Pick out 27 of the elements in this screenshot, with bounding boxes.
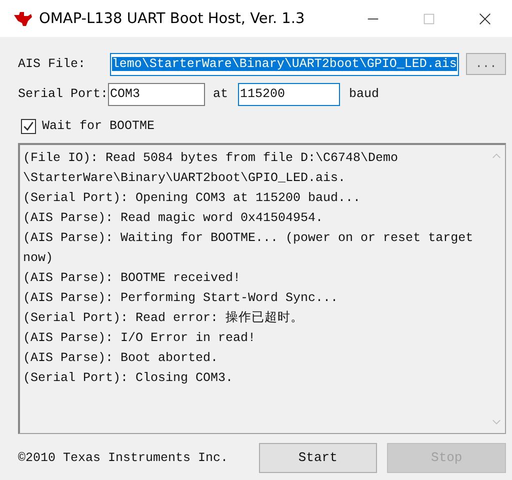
log-line: (AIS Parse): Read magic word 0x41504954. [23, 210, 324, 227]
log-line: (AIS Parse): Waiting for BOOTME... (power on or reset target [23, 230, 474, 247]
log-line: \StarterWare\Binary\UART2boot\GPIO_LED.ais. [23, 170, 347, 187]
log-line: (Serial Port): Opening COM3 at 115200 baud... [23, 190, 362, 207]
browse-button[interactable]: ... [466, 53, 506, 75]
log-line: (Serial Port): Closing COM3. [23, 370, 234, 387]
wait-checkbox[interactable] [21, 118, 36, 134]
wait-for-bootme-label: Wait for BOOTME [42, 119, 155, 133]
at-label: at [213, 87, 230, 101]
port-field[interactable]: COM3 [108, 82, 206, 106]
log-line: (AIS Parse): Boot aborted. [23, 350, 220, 367]
action-button[interactable]: Start [258, 442, 378, 472]
log-line: (AIS Parse): BOOTME received! [23, 270, 242, 287]
log-line: (AIS Parse): I/O Error in read! [23, 330, 257, 347]
log-line: (AIS Parse): Performing Start-Word Sync... [23, 290, 340, 307]
close-icon[interactable] [479, 12, 491, 24]
baud-rate-field[interactable]: 115200 [238, 82, 340, 106]
baud-label: baud [349, 87, 380, 101]
logo-icon [13, 10, 33, 26]
copyright-text: ©2010 Texas Instruments Inc. [18, 450, 230, 464]
serial-port-label: Serial Port: [18, 87, 108, 101]
log-line: (File IO): Read 5084 bytes from file D:\C6748\Demo [23, 150, 400, 167]
window-title: OMAP-L138 UART Boot Host, Ver. 1.3 [39, 10, 305, 26]
log-line: now) [23, 250, 54, 267]
ais-file-label: AIS File: [18, 57, 87, 71]
ais-file-field[interactable]: lemo\StarterWare\Binary\UART2boot\GPIO_LED.ais [110, 52, 460, 76]
log-line: (Serial Port): Read error: 操作已超时。 [23, 310, 305, 327]
